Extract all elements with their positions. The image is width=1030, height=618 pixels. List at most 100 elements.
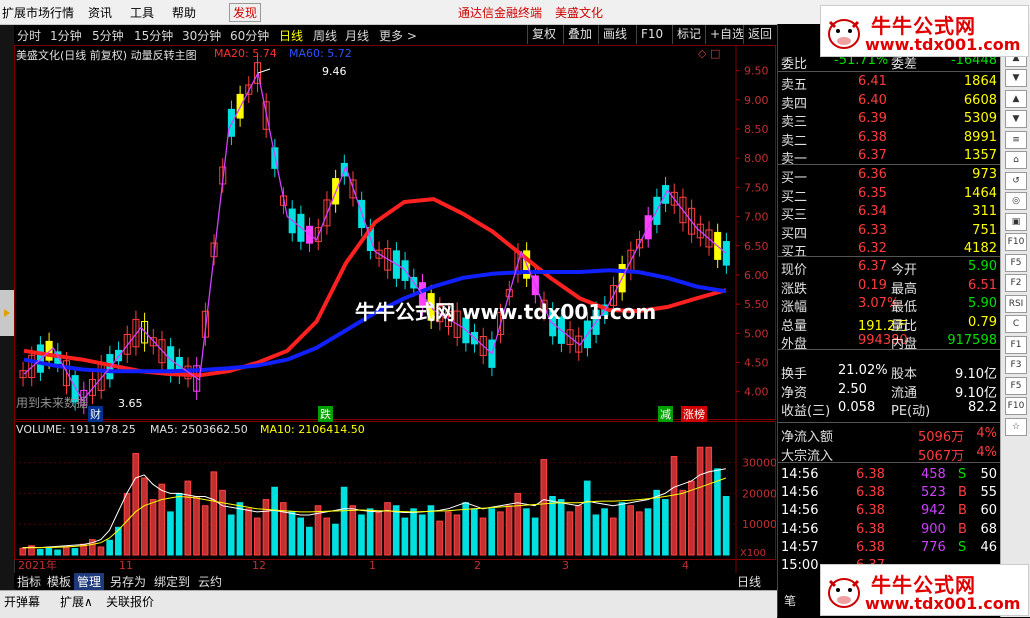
ask-row: 卖四 6.40 6608 (781, 92, 997, 112)
draw-line-button[interactable]: 画线 (598, 25, 627, 44)
add-watchlist-button[interactable]: +自选 (705, 25, 744, 44)
stat-row: 外盘 994380 内盘 917598 (781, 333, 997, 352)
tag-finance[interactable]: 财 (88, 406, 103, 422)
linked-quote-button[interactable]: 关联报价 (106, 593, 154, 610)
tag-rise-rank[interactable]: 涨榜 (681, 406, 707, 422)
menu-help[interactable]: 帮助 (172, 4, 196, 21)
side-tool-icon[interactable]: ≡ (1005, 130, 1027, 149)
menu-news[interactable]: 资讯 (88, 4, 112, 21)
period-weekly[interactable]: 周线 (313, 27, 337, 44)
side-tool-icon[interactable]: RSI (1005, 294, 1027, 313)
menu-expand-market[interactable]: 扩展市场行情 (2, 4, 74, 21)
side-tool-icon[interactable]: ▼ (1005, 110, 1027, 128)
trade-detail-tab[interactable]: 笔 (784, 592, 796, 609)
volume-bar (19, 547, 27, 556)
tag-reduce[interactable]: 减 (658, 406, 673, 422)
overlay-button[interactable]: 叠加 (563, 25, 592, 44)
volume-bar (219, 489, 226, 556)
restore-rights-button[interactable]: 复权 (527, 25, 556, 44)
f10-button[interactable]: F10 (636, 25, 663, 44)
bottom-period-label[interactable]: 日线 (734, 573, 764, 590)
expand-button[interactable]: 扩展∧ (60, 593, 93, 610)
tab-indicator[interactable]: 指标 (14, 573, 44, 590)
volume-bar (557, 499, 565, 556)
volume-bar (375, 511, 383, 556)
left-panel-handle[interactable] (0, 290, 14, 336)
volume-bar (410, 508, 417, 556)
price-frame (14, 45, 776, 420)
danmaku-button[interactable]: 开弹幕 (4, 593, 40, 610)
volume-bar (540, 459, 548, 556)
side-tool-icon[interactable]: F2 (1005, 274, 1027, 292)
tab-bind-to[interactable]: 绑定到 (151, 573, 193, 590)
period-15min[interactable]: 15分钟 (134, 27, 173, 44)
side-tool-icon[interactable]: F10 (1005, 233, 1027, 251)
low-price-label: 3.65 (118, 397, 143, 410)
volume-bar (271, 486, 278, 556)
volume-bar (471, 508, 478, 556)
chart-corner-icons[interactable]: ◇ □ (698, 47, 720, 60)
side-tool-icon[interactable]: F10 (1005, 397, 1027, 415)
stat-row: 涨幅 3.07% 最低 5.90 (781, 296, 997, 315)
tab-cloud[interactable]: 云约 (195, 573, 225, 590)
volume-bar (245, 508, 252, 556)
side-tool-icon[interactable]: C (1005, 315, 1027, 333)
volume-bar (462, 502, 469, 556)
period-30min[interactable]: 30分钟 (182, 27, 221, 44)
side-tool-icon[interactable]: ▼ (1005, 69, 1027, 87)
tab-save-as[interactable]: 另存为 (107, 573, 149, 590)
period-1min[interactable]: 1分钟 (50, 27, 82, 44)
side-tool-icon[interactable]: F5 (1005, 376, 1027, 395)
tick-row: 14:56 6.38 523 B 55 (781, 485, 997, 501)
bid-row: 买三 6.34 311 (781, 204, 997, 223)
menu-tools[interactable]: 工具 (130, 4, 154, 21)
tick-row: 14:57 6.38 776 S 46 (781, 539, 997, 555)
volume-bar (106, 539, 113, 556)
period-60min[interactable]: 60分钟 (230, 27, 269, 44)
side-tool-icon[interactable]: F3 (1005, 356, 1027, 374)
period-monthly[interactable]: 月线 (345, 27, 369, 44)
tab-template[interactable]: 模板 (44, 573, 74, 590)
future-data-note: 用到未来数据 (16, 396, 89, 410)
back-button[interactable]: 返回 (743, 25, 772, 44)
volume-bar (418, 514, 426, 556)
watermark-bottom: 牛牛公式网 www.tdx001.com (820, 564, 1029, 616)
volume-bar (427, 505, 435, 556)
period-more[interactable]: 更多 > (379, 27, 417, 44)
candles (19, 53, 730, 414)
side-tool-icon[interactable]: F1 (1005, 335, 1027, 354)
period-5min[interactable]: 5分钟 (92, 27, 124, 44)
side-tool-icon[interactable]: ◎ (1005, 192, 1027, 210)
price-tick-label: 5.00 (744, 327, 769, 340)
price-tick-label: 4.50 (744, 356, 769, 369)
period-minute-chart[interactable]: 分时 (17, 27, 41, 44)
volume-bar (71, 548, 79, 556)
high-price-label: 9.46 (322, 65, 347, 78)
fundamental-row: 换手 21.02% 股本 9.10亿 (781, 363, 997, 382)
center-watermark: 牛牛公式网 www.tdx001.com (355, 300, 657, 324)
volume-bar (479, 517, 487, 556)
side-tool-icon[interactable]: ▣ (1005, 212, 1027, 231)
menu-discover[interactable]: 发现 (229, 3, 262, 22)
price-tick-label: 7.00 (744, 211, 769, 224)
tab-manage[interactable]: 管理 (74, 573, 105, 590)
side-tool-icon[interactable]: ☆ (1005, 417, 1027, 436)
volume-bar (306, 526, 313, 556)
period-daily[interactable]: 日线 (279, 27, 303, 44)
volume-bar (288, 511, 296, 556)
flow-row: 净流入额 5096万 4% (781, 426, 997, 445)
volume-bar (227, 514, 235, 556)
mark-button[interactable]: 标记 (672, 25, 701, 44)
terminal-title: 通达信金融终端 (458, 6, 543, 20)
side-tool-icon[interactable]: F5 (1005, 253, 1027, 272)
side-tool-icon[interactable]: ↺ (1005, 171, 1027, 190)
volume-bar (679, 489, 687, 556)
side-tool-icon[interactable]: ▲ (1005, 89, 1027, 108)
x-tick-label: 3 (562, 559, 569, 572)
side-tool-icon[interactable]: ⌂ (1005, 151, 1027, 169)
tag-fall[interactable]: 跌 (318, 406, 333, 422)
ma60-legend: MA60: 5.72 (289, 47, 352, 60)
volume-bar (184, 480, 192, 556)
volume-ma5-legend: MA5: 2503662.50 (150, 423, 248, 436)
volume-bar (583, 480, 591, 556)
